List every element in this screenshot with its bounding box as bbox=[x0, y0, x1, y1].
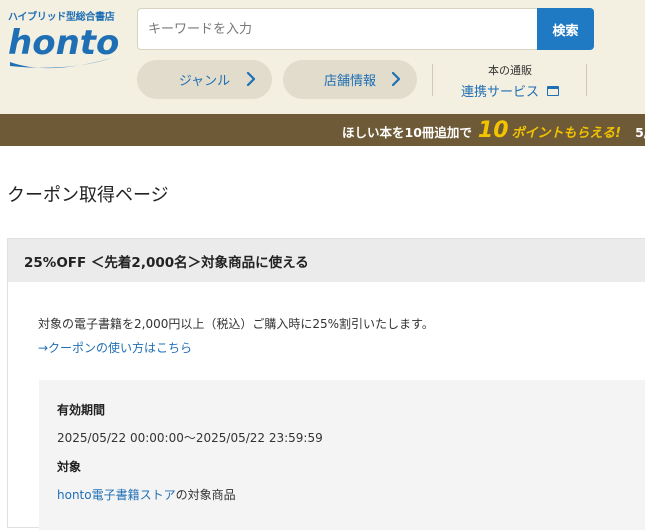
validity-label: 有効期間 bbox=[57, 403, 106, 417]
coupon-usage-link[interactable]: →クーポンの使い方はこちら bbox=[38, 339, 192, 356]
genre-menu-button[interactable]: ジャンル bbox=[137, 60, 272, 99]
promo-prefix: ほしい本を10冊追加で bbox=[342, 125, 472, 140]
genre-label: ジャンル bbox=[178, 74, 231, 89]
promo-banner[interactable]: ほしい本を10冊追加で 10 ポイントもらえる! 5/ bbox=[0, 114, 645, 146]
linkage-bottom-row: 連携サービス bbox=[444, 81, 576, 100]
ebook-store-link[interactable]: honto電子書籍ストア bbox=[57, 488, 176, 502]
linkage-bottom-label: 連携サービス bbox=[460, 85, 539, 100]
linkage-service-link[interactable]: 本の通販 連携サービス bbox=[444, 62, 576, 100]
search-bar: 検索 bbox=[137, 8, 594, 50]
store-info-button[interactable]: 店舗情報 bbox=[283, 60, 417, 99]
store-info-label: 店舗情報 bbox=[323, 74, 376, 89]
target-value: honto電子書籍ストアの対象商品 bbox=[57, 486, 236, 503]
promo-points: ポイントもらえる! bbox=[511, 126, 622, 141]
coupon-headline: 25%OFF ＜先着2,000名＞対象商品に使える bbox=[8, 239, 645, 282]
external-window-icon bbox=[547, 85, 559, 96]
coupon-details: 有効期間 2025/05/22 00:00:00～2025/05/22 23:5… bbox=[39, 380, 645, 530]
logo-wordmark: honto bbox=[8, 23, 118, 63]
chevron-right-icon bbox=[391, 71, 401, 87]
chevron-right-icon bbox=[246, 71, 256, 87]
promo-rest: 5/ bbox=[635, 125, 645, 140]
header-divider bbox=[586, 64, 587, 96]
honto-logo-mark: honto bbox=[8, 23, 118, 69]
coupon-card: 25%OFF ＜先着2,000名＞対象商品に使える 対象の電子書籍を2,000円… bbox=[7, 238, 645, 530]
honto-logo[interactable]: ハイブリッド型総合書店 honto bbox=[8, 8, 120, 74]
header-divider bbox=[432, 64, 433, 96]
page-title: クーポン取得ページ bbox=[7, 185, 169, 206]
logo-tagline: ハイブリッド型総合書店 bbox=[8, 12, 115, 23]
validity-value: 2025/05/22 00:00:00～2025/05/22 23:59:59 bbox=[57, 431, 323, 445]
target-label: 対象 bbox=[57, 460, 82, 474]
promo-text: ほしい本を10冊追加で 10 ポイントもらえる! 5/ bbox=[342, 118, 645, 143]
target-suffix: の対象商品 bbox=[175, 488, 236, 502]
coupon-description: 対象の電子書籍を2,000円以上（税込）ご購入時に25%割引いたします。 bbox=[38, 317, 434, 331]
search-button[interactable]: 検索 bbox=[537, 8, 594, 50]
linkage-top-label: 本の通販 bbox=[488, 64, 532, 77]
promo-number: 10 bbox=[477, 118, 509, 143]
search-input[interactable] bbox=[137, 8, 537, 50]
site-header: ハイブリッド型総合書店 honto 検索 ジャンル 店舗情報 本の通販 連携サー… bbox=[0, 0, 645, 114]
